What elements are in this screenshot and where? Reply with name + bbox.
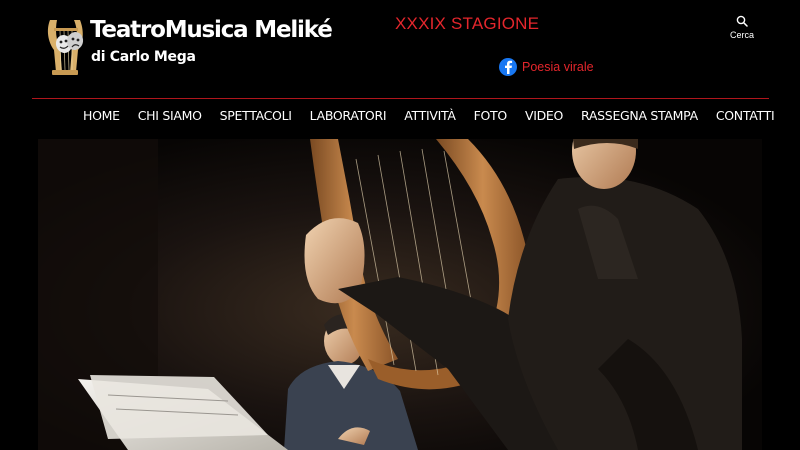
season-label: XXXIX STAGIONE [395, 14, 540, 33]
main-nav: HOME CHI SIAMO SPETTACOLI LABORATORI ATT… [74, 105, 783, 125]
facebook-icon [499, 58, 517, 76]
facebook-link[interactable]: Poesia virale [499, 57, 594, 77]
page: TeatroMusica Meliké di Carlo Mega XXXIX … [0, 0, 800, 450]
facebook-label: Poesia virale [522, 60, 594, 74]
nav-item-chi-siamo[interactable]: CHI SIAMO [129, 108, 211, 123]
nav-item-laboratori[interactable]: LABORATORI [301, 108, 396, 123]
lyre-masks-logo[interactable] [44, 16, 92, 78]
nav-item-spettacoli[interactable]: SPETTACOLI [211, 108, 301, 123]
header-divider [32, 98, 769, 99]
site-title[interactable]: TeatroMusica Meliké [90, 17, 333, 43]
nav-item-video[interactable]: VIDEO [516, 108, 572, 123]
nav-item-foto[interactable]: FOTO [465, 108, 516, 123]
search-button[interactable]: Cerca [726, 15, 758, 47]
nav-item-attivita[interactable]: ATTIVITÀ [395, 108, 464, 123]
hero-image [38, 139, 762, 450]
nav-item-rassegna-stampa[interactable]: RASSEGNA STAMPA [572, 108, 707, 123]
site-subtitle: di Carlo Mega [91, 49, 196, 65]
nav-item-home[interactable]: HOME [74, 108, 129, 123]
nav-item-contatti[interactable]: CONTATTI [707, 108, 784, 123]
search-icon [736, 15, 748, 27]
search-label: Cerca [729, 30, 754, 40]
